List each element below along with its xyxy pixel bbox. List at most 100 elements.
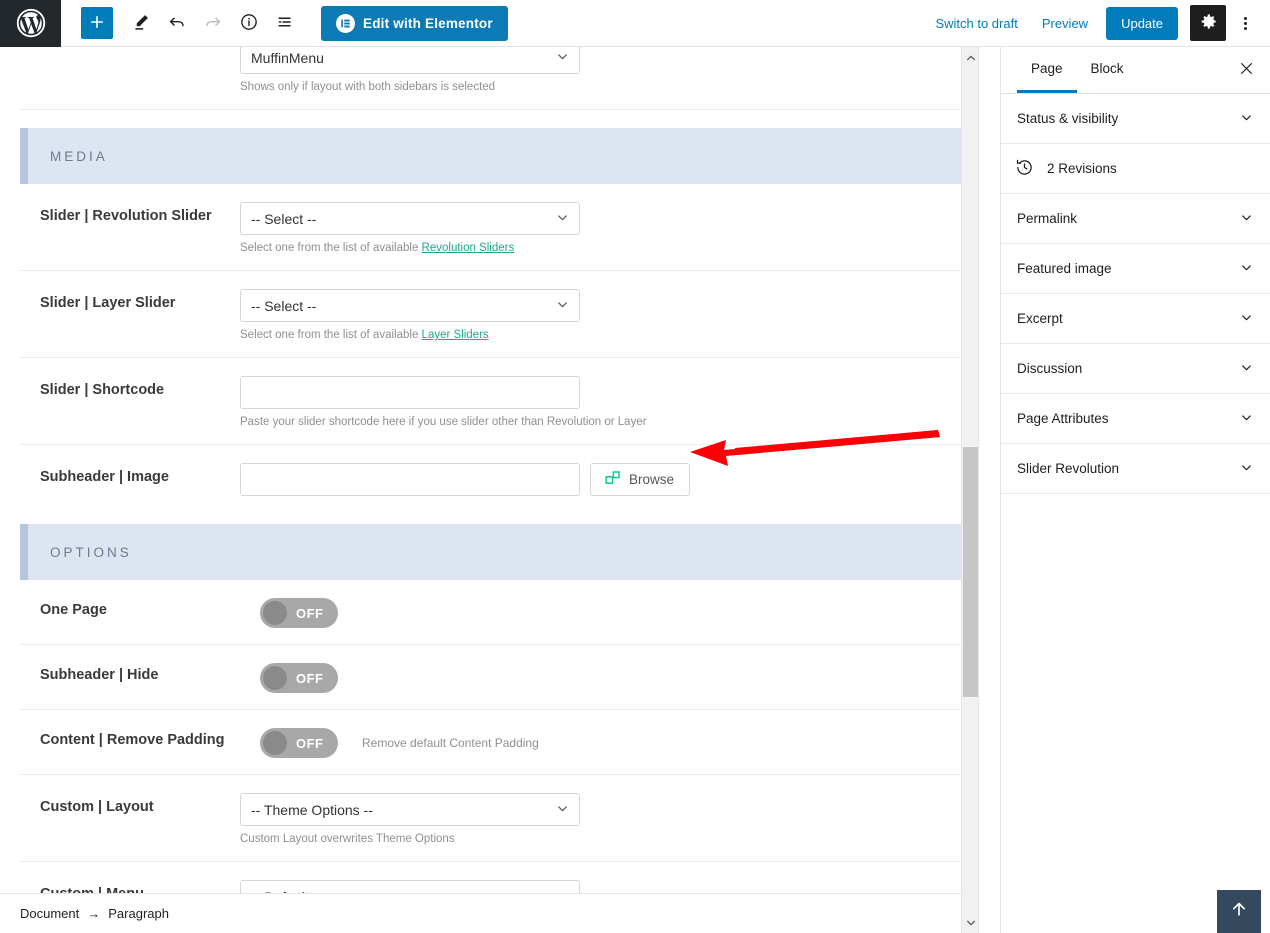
more-options-button[interactable]	[1230, 5, 1260, 41]
row-label-custom-layout: Custom | Layout	[40, 799, 154, 815]
chevron-down-icon	[1239, 360, 1254, 378]
breadcrumb-current[interactable]: Paragraph	[108, 906, 169, 921]
chevron-down-icon	[555, 801, 570, 819]
update-button[interactable]: Update	[1106, 6, 1178, 40]
media-browse-icon	[605, 470, 621, 489]
scrollbar-up-arrow-icon[interactable]	[962, 49, 978, 66]
toolbar-tools: Edit with Elementor	[61, 5, 508, 41]
editor-toolbar: Edit with Elementor Switch to draft Prev…	[0, 0, 1270, 47]
tab-block[interactable]: Block	[1077, 47, 1138, 93]
editor-scrollbar[interactable]	[961, 47, 978, 933]
sidebar-panel-slider-revolution[interactable]: Slider Revolution	[1001, 444, 1270, 494]
undo-button[interactable]	[159, 5, 195, 41]
arrow-up-icon	[1229, 899, 1249, 924]
chevron-down-icon	[1239, 410, 1254, 428]
panel-label: Slider Revolution	[1017, 461, 1120, 476]
content-remove-padding-hint: Remove default Content Padding	[362, 736, 539, 750]
slider-shortcode-input[interactable]	[240, 376, 580, 409]
chevron-down-icon	[1239, 460, 1254, 478]
browse-media-button[interactable]: Browse	[590, 463, 690, 496]
undo-icon	[167, 12, 187, 35]
sidebar-panel-permalink[interactable]: Permalink	[1001, 194, 1270, 244]
sidebar-panel-page-attributes[interactable]: Page Attributes	[1001, 394, 1270, 444]
list-view-button[interactable]	[267, 5, 303, 41]
row-revolution-slider: Slider | Revolution Slider -- Select -- …	[20, 184, 978, 271]
subheader-image-input[interactable]	[240, 463, 580, 496]
settings-button[interactable]	[1190, 5, 1226, 41]
sidebar-panel-featured-image[interactable]: Featured image	[1001, 244, 1270, 294]
row-control: -- Theme Options -- Custom Layout overwr…	[240, 793, 978, 845]
slider-shortcode-hint: Paste your slider shortcode here if you …	[240, 416, 647, 428]
row-label-custom-menu: Custom | Menu	[20, 880, 240, 893]
edit-with-elementor-button[interactable]: Edit with Elementor	[321, 5, 508, 41]
row-control: OFF	[240, 598, 978, 628]
scrollbar-thumb[interactable]	[963, 447, 978, 697]
row-control: Browse	[240, 463, 978, 496]
plus-icon	[88, 13, 106, 34]
subheader-hide-toggle-state: OFF	[296, 670, 324, 686]
wordpress-logo-icon	[16, 8, 46, 38]
content-remove-padding-toggle-state: OFF	[296, 735, 324, 751]
one-page-toggle[interactable]: OFF	[260, 598, 338, 628]
layer-slider-hint: Select one from the list of available La…	[240, 329, 580, 341]
muffin-menu-hint: Shows only if layout with both sidebars …	[240, 81, 496, 93]
row-control: OFF	[240, 663, 978, 693]
panel-label: Excerpt	[1017, 311, 1063, 326]
row-muffin-menu: MuffinMenu Shows only if layout with bot…	[20, 47, 978, 110]
scrollbar-down-arrow-icon[interactable]	[962, 914, 978, 931]
chevron-down-icon	[1239, 210, 1254, 228]
close-sidebar-button[interactable]	[1232, 56, 1260, 84]
chevron-down-icon	[1239, 310, 1254, 328]
muffin-menu-value: MuffinMenu	[251, 49, 324, 66]
sidebar-panel-discussion[interactable]: Discussion	[1001, 344, 1270, 394]
panel-label: Featured image	[1017, 261, 1112, 276]
toggle-knob	[263, 731, 287, 755]
tab-page[interactable]: Page	[1017, 47, 1077, 93]
revolution-slider-select[interactable]: -- Select --	[240, 202, 580, 235]
custom-layout-value: -- Theme Options --	[251, 801, 373, 818]
breadcrumb-arrow-icon: →	[87, 906, 101, 921]
muffin-menu-select[interactable]: MuffinMenu	[240, 47, 580, 74]
sidebar-panel-revisions[interactable]: 2 Revisions	[1001, 144, 1270, 194]
edit-mode-button[interactable]	[123, 5, 159, 41]
sidebar-panel-status-visibility[interactable]: Status & visibility	[1001, 94, 1270, 144]
preview-button[interactable]: Preview	[1030, 8, 1100, 39]
one-page-toggle-state: OFF	[296, 605, 324, 621]
row-label-subheader-image: Subheader | Image	[40, 469, 169, 485]
custom-menu-select[interactable]: -- Default --	[240, 880, 580, 893]
sidebar-tabs: Page Block	[1001, 47, 1270, 94]
layer-slider-select[interactable]: -- Select --	[240, 289, 580, 322]
pencil-icon	[132, 12, 151, 34]
section-header-options: OPTIONS	[20, 524, 978, 580]
redo-button[interactable]	[195, 5, 231, 41]
add-block-button[interactable]	[81, 7, 113, 39]
row-custom-layout: Custom | Layout -- Theme Options -- Cust…	[20, 775, 978, 862]
row-label-revolution-slider: Slider | Revolution Slider	[40, 208, 212, 224]
sidebar-panel-excerpt[interactable]: Excerpt	[1001, 294, 1270, 344]
row-control: Paste your slider shortcode here if you …	[240, 376, 978, 428]
wordpress-logo-button[interactable]	[0, 0, 61, 47]
elementor-icon	[336, 13, 355, 33]
panel-label: Page Attributes	[1017, 411, 1109, 426]
revolution-sliders-link[interactable]: Revolution Sliders	[422, 242, 515, 254]
switch-to-draft-button[interactable]: Switch to draft	[923, 8, 1029, 39]
panel-label: Discussion	[1017, 361, 1083, 376]
row-slider-shortcode: Slider | Shortcode Paste your slider sho…	[20, 358, 978, 445]
layer-sliders-link[interactable]: Layer Sliders	[422, 329, 489, 341]
breadcrumb-root[interactable]: Document	[20, 906, 79, 921]
row-label-one-page: One Page	[40, 602, 107, 618]
subheader-hide-toggle[interactable]: OFF	[260, 663, 338, 693]
scroll-to-top-button[interactable]	[1217, 890, 1261, 933]
panel-label: Permalink	[1017, 211, 1078, 226]
custom-layout-select[interactable]: -- Theme Options --	[240, 793, 580, 826]
revisions-clock-icon	[1015, 158, 1034, 180]
toolbar-actions: Switch to draft Preview Update	[923, 5, 1270, 41]
content-info-button[interactable]	[231, 5, 267, 41]
toggle-knob	[263, 601, 287, 625]
hint-text: Select one from the list of available	[240, 242, 422, 254]
page-options-metabox: MuffinMenu Shows only if layout with bot…	[20, 47, 978, 893]
chevron-down-icon	[1239, 260, 1254, 278]
row-control: OFF Remove default Content Padding	[240, 728, 978, 758]
content-remove-padding-toggle[interactable]: OFF	[260, 728, 338, 758]
row-layer-slider: Slider | Layer Slider -- Select -- Selec…	[20, 271, 978, 358]
